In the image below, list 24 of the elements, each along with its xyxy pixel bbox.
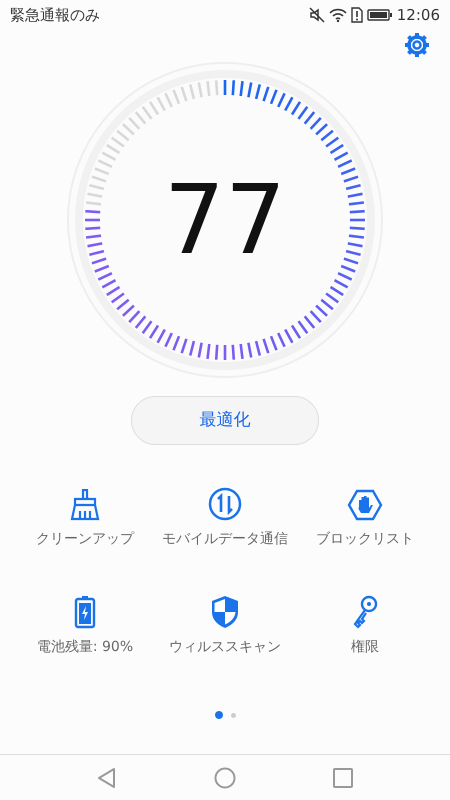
- clock-text: 12:06: [396, 4, 440, 26]
- tool-label[interactable]: ウィルススキャン: [169, 639, 281, 656]
- tool-label[interactable]: モバイルデータ通信: [162, 531, 288, 548]
- home-icon[interactable]: [214, 766, 236, 788]
- tool-label[interactable]: ブロックリスト: [316, 531, 414, 548]
- wifi-icon: [328, 7, 347, 23]
- data-transfer-icon[interactable]: [208, 487, 242, 521]
- hand-stop-icon[interactable]: [347, 489, 383, 521]
- sim-alert-icon: [350, 7, 363, 23]
- tool-label[interactable]: 電池残量: 90%: [36, 639, 134, 656]
- battery-charging-icon[interactable]: [74, 595, 96, 629]
- back-icon[interactable]: [96, 766, 117, 788]
- recent-apps-icon[interactable]: [333, 768, 354, 788]
- tool-label[interactable]: 権限: [351, 639, 379, 656]
- battery-icon: [366, 8, 393, 22]
- optimize-button[interactable]: 最適化: [131, 396, 319, 445]
- broom-icon[interactable]: [70, 489, 100, 521]
- shield-icon[interactable]: [210, 595, 240, 629]
- settings-icon[interactable]: [404, 32, 430, 58]
- score-text: 77: [164, 172, 286, 268]
- muted-icon: [308, 7, 325, 23]
- tool-label[interactable]: クリーンアップ: [36, 531, 134, 548]
- carrier-text: 緊急通報のみ: [10, 4, 100, 26]
- key-icon[interactable]: [351, 595, 379, 629]
